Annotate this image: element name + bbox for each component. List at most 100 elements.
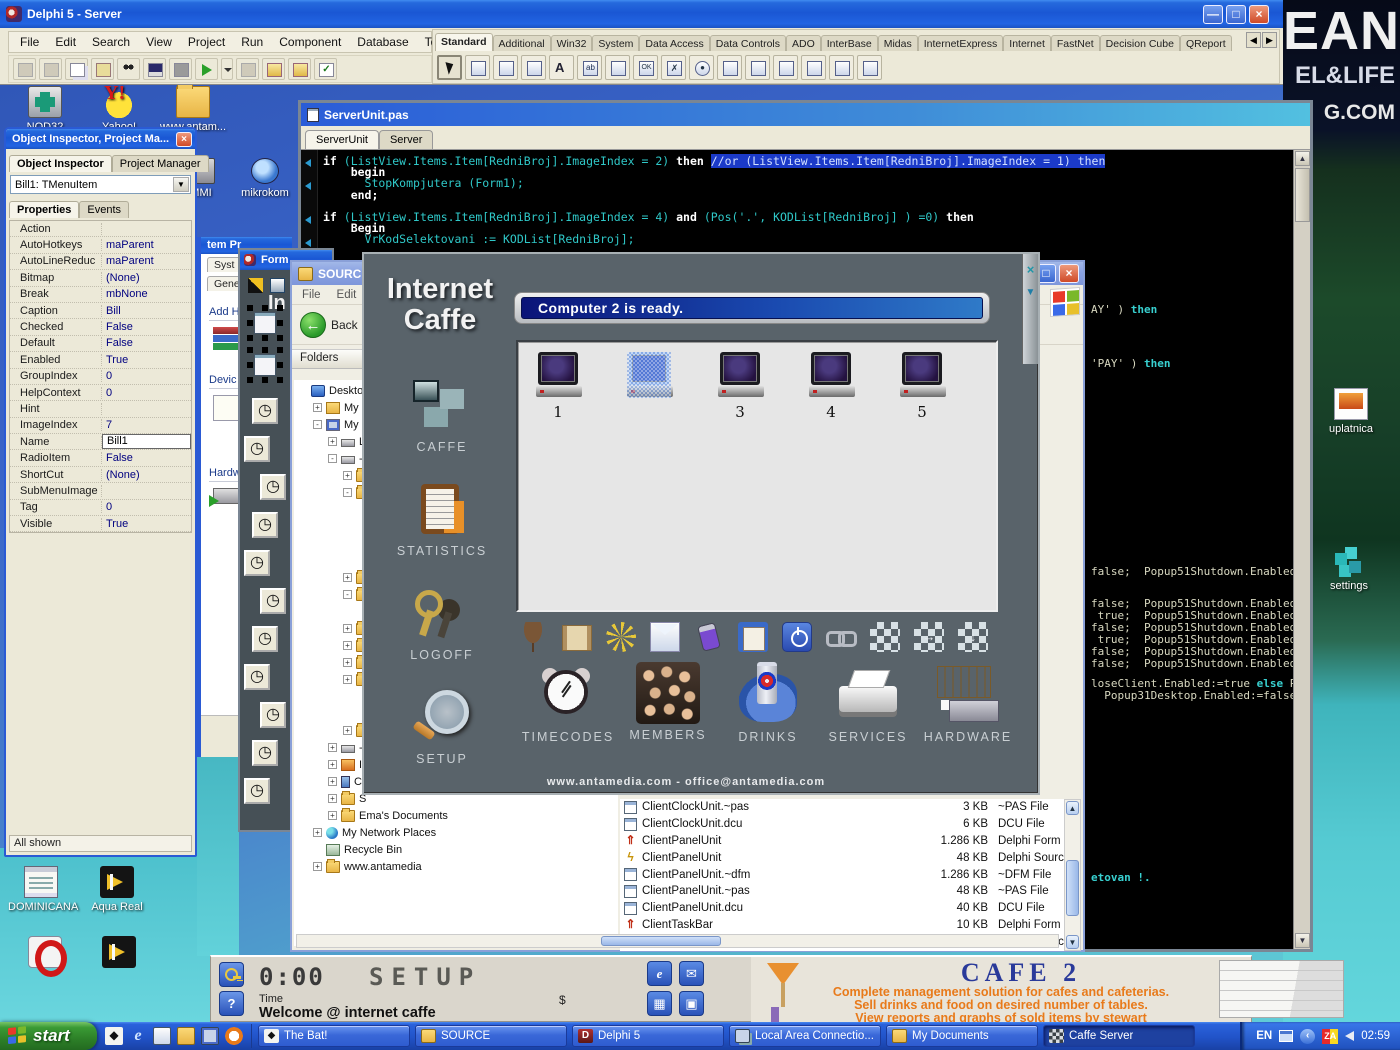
palette-component-label[interactable] (549, 55, 574, 80)
horizontal-scrollbar[interactable] (296, 934, 1059, 948)
remove-file-button[interactable] (288, 58, 311, 80)
close-button[interactable]: × (1249, 5, 1269, 24)
scrollbar-thumb[interactable] (1295, 168, 1310, 222)
palette-tab-system[interactable]: System (592, 35, 639, 51)
timer-component[interactable]: ◷ (244, 778, 270, 804)
key-button[interactable] (219, 962, 244, 987)
bat-quicklaunch-icon[interactable]: ◆ (105, 1027, 123, 1045)
desktop-icon-antamedia-folder[interactable]: www.antam... (160, 86, 226, 133)
services-button[interactable]: SERVICES (818, 660, 918, 744)
help-button[interactable]: ? (219, 991, 244, 1016)
palette-component-edit[interactable] (577, 55, 602, 80)
speaker-icon[interactable] (1345, 1031, 1354, 1041)
language-indicator[interactable]: EN (1256, 1030, 1272, 1042)
run-options-button[interactable] (221, 58, 233, 80)
tree-expand-toggle[interactable]: + (328, 437, 337, 446)
desktop-icon-dominicana[interactable]: DOMINICANA (8, 866, 74, 913)
palette-tab-fastnet[interactable]: FastNet (1051, 35, 1100, 51)
palette-component-combobox[interactable] (745, 55, 770, 80)
computer-5[interactable]: 5 (900, 352, 944, 421)
redo-button[interactable] (39, 58, 62, 80)
timer-component[interactable]: ◷ (260, 588, 286, 614)
tree-expand-toggle[interactable]: - (343, 488, 352, 497)
palette-component-scrollbar[interactable] (773, 55, 798, 80)
paste-button[interactable] (91, 58, 114, 80)
task-my-documents[interactable]: My Documents (886, 1025, 1038, 1047)
file-row-clientpanelunit-dcu[interactable]: ClientPanelUnit.dcu40 KBDCU File (620, 900, 1066, 917)
grid-icon[interactable] (870, 622, 900, 652)
menu-edit[interactable]: Edit (48, 33, 83, 51)
palette-tab-interbase[interactable]: InterBase (821, 35, 878, 51)
tree-expand-toggle[interactable]: + (328, 794, 337, 803)
palette-scroll-right[interactable]: ▶ (1262, 32, 1277, 48)
scroll-icon[interactable] (562, 625, 592, 651)
logoff-button[interactable]: LOGOFF (380, 584, 504, 662)
palette-tab-midas[interactable]: Midas (878, 35, 918, 51)
grid-down-icon[interactable]: ↓ (958, 622, 988, 652)
zonealarm-icon[interactable]: ZA (1322, 1029, 1338, 1044)
property-row-autohotkeys[interactable]: AutoHotkeysmaParent (10, 237, 191, 253)
envelope-icon[interactable] (650, 622, 680, 652)
tree-expand-toggle[interactable]: + (313, 862, 322, 871)
palette-tab-decision-cube[interactable]: Decision Cube (1100, 35, 1180, 51)
drinks-button[interactable]: DRINKS (718, 660, 818, 744)
mail-quicklaunch-icon[interactable] (153, 1027, 171, 1045)
desktop-icon-yahoo[interactable]: Yahoo! (86, 86, 152, 133)
palette-component-panel[interactable] (857, 55, 882, 80)
timer-component[interactable]: ◷ (260, 702, 286, 728)
property-row-name[interactable]: NameBill1 (10, 434, 191, 450)
task-local-area-connectio[interactable]: Local Area Connectio... (729, 1025, 881, 1047)
table-icon[interactable] (518, 622, 548, 652)
tree-expand-toggle[interactable]: + (328, 743, 337, 752)
tree-expand-toggle[interactable]: + (343, 675, 352, 684)
property-row-enabled[interactable]: EnabledTrue (10, 352, 191, 368)
tab-server[interactable]: Server (379, 130, 433, 149)
hardware-button[interactable]: HARDWARE (918, 660, 1018, 744)
internet-button[interactable]: e (647, 961, 672, 986)
tree-expand-toggle[interactable]: - (343, 590, 352, 599)
timer-component[interactable]: ◷ (244, 664, 270, 690)
statistics-button[interactable]: STATISTICS (380, 480, 504, 558)
palette-component-cursor[interactable] (437, 55, 462, 80)
palette-scroll-left[interactable]: ◀ (1246, 32, 1261, 48)
component-icon[interactable] (248, 278, 263, 293)
palette-tab-data-controls[interactable]: Data Controls (710, 35, 786, 51)
tree-expand-toggle[interactable]: + (343, 573, 352, 582)
desktop-icon-settings[interactable]: settings (1316, 545, 1382, 592)
tree-expand-toggle[interactable]: + (343, 726, 352, 735)
chevron-left-icon[interactable]: ‹ (1300, 1029, 1315, 1044)
timer-component[interactable]: ◷ (252, 740, 278, 766)
desktop-icon-nod32[interactable]: NOD32 (12, 86, 78, 133)
property-row-submenuimage[interactable]: SubMenuImage (10, 483, 191, 499)
computer-2[interactable] (627, 352, 671, 421)
power-icon[interactable] (782, 622, 812, 652)
property-row-helpcontext[interactable]: HelpContext0 (10, 385, 191, 401)
scroll-up-icon[interactable]: ▲ (1295, 151, 1310, 166)
maximize-button[interactable]: □ (1226, 5, 1246, 24)
palette-component-button[interactable] (633, 55, 658, 80)
task-the-bat[interactable]: ◆The Bat! (258, 1025, 410, 1047)
undo-button[interactable] (13, 58, 36, 80)
property-row-shortcut[interactable]: ShortCut(None) (10, 467, 191, 483)
tree-item-my-network-places[interactable]: +My Network Places (294, 824, 618, 841)
palette-component-groupbox[interactable] (801, 55, 826, 80)
menu-project[interactable]: Project (181, 33, 232, 51)
palette-tab-additional[interactable]: Additional (493, 35, 551, 51)
file-row-clientpanelunit[interactable]: ϟClientPanelUnit48 KBDelphi Source File (620, 849, 1066, 866)
file-row-clientclockunit-dcu[interactable]: ClientClockUnit.dcu6 KBDCU File (620, 816, 1066, 833)
timer-component[interactable]: ◷ (252, 512, 278, 538)
tab-events[interactable]: Events (79, 201, 129, 218)
palette-tab-ado[interactable]: ADO (786, 35, 821, 51)
menu-file[interactable]: File (13, 33, 46, 51)
tree-expand-toggle[interactable]: + (328, 777, 337, 786)
task-delphi-5[interactable]: DDelphi 5 (572, 1025, 724, 1047)
desktop-icon-fish[interactable] (86, 936, 152, 971)
palette-tab-qreport[interactable]: QReport (1180, 35, 1232, 51)
clipboard-icon[interactable] (738, 622, 768, 652)
members-button[interactable]: MEMBERS (618, 660, 718, 744)
file-row-clientclockunit-pas[interactable]: ClientClockUnit.~pas3 KB~PAS File (620, 799, 1066, 816)
tree-item-www-antamedia[interactable]: +www.antamedia (294, 858, 618, 875)
menu-edit[interactable]: Edit (337, 289, 357, 301)
tree-item-ema-s-documents[interactable]: +Ema's Documents (294, 807, 618, 824)
setup-button[interactable]: SETUP (380, 688, 504, 766)
